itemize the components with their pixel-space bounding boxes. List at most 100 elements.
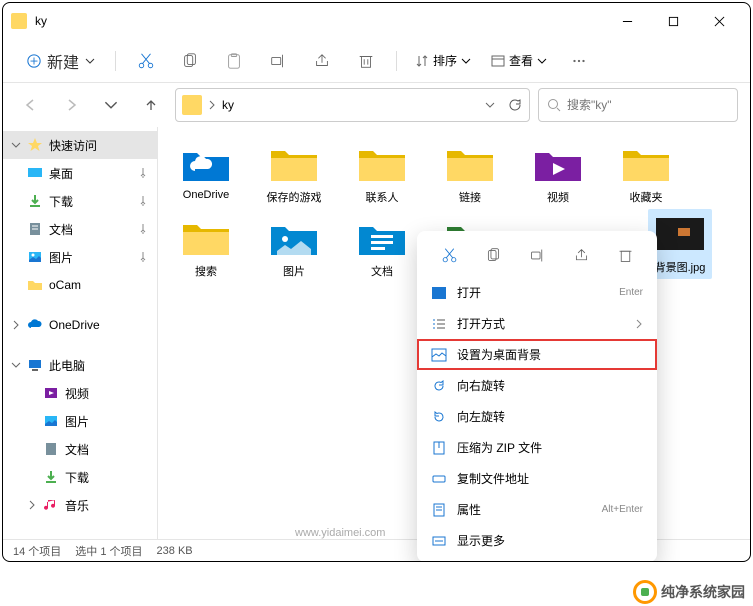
sidebar-downloads[interactable]: 下载: [3, 187, 157, 215]
sort-button[interactable]: 排序: [409, 48, 477, 73]
path-icon: [431, 471, 447, 487]
sidebar-desktop[interactable]: 桌面: [3, 159, 157, 187]
refresh-button[interactable]: [507, 97, 523, 113]
file-saved-games[interactable]: 保存的游戏: [262, 139, 326, 209]
cm-rotate-right[interactable]: 向右旋转: [417, 370, 657, 401]
file-pictures[interactable]: 图片: [262, 213, 326, 283]
watermark: www.yidaimei.com: [295, 527, 385, 539]
rename-button[interactable]: [260, 45, 296, 77]
up-button[interactable]: [135, 89, 167, 121]
picture-icon: [27, 249, 43, 265]
plus-icon: [27, 54, 41, 68]
cm-zip[interactable]: 压缩为 ZIP 文件: [417, 432, 657, 463]
cm-rename[interactable]: [522, 241, 552, 269]
context-menu: 打开 Enter 打开方式 设置为桌面背景 向右旋转 向左旋转 压缩为 ZIP …: [417, 231, 657, 562]
document-icon: [27, 221, 43, 237]
sidebar-pc-pictures[interactable]: 图片: [3, 407, 157, 435]
sidebar-pc-music[interactable]: 音乐: [3, 491, 157, 519]
cm-open-with[interactable]: 打开方式: [417, 308, 657, 339]
delete-button[interactable]: [348, 45, 384, 77]
view-label: 查看: [509, 52, 533, 69]
chevron-down-icon: [537, 56, 547, 66]
picture-icon: [431, 285, 447, 301]
forward-button[interactable]: [55, 89, 87, 121]
quick-access-label: 快速访问: [49, 137, 97, 154]
sidebar-pc-videos[interactable]: 视频: [3, 379, 157, 407]
share-button[interactable]: [304, 45, 340, 77]
pin-icon: [137, 167, 149, 179]
sidebar-this-pc[interactable]: 此电脑: [3, 351, 157, 379]
cm-show-more[interactable]: 显示更多: [417, 525, 657, 556]
back-button[interactable]: [15, 89, 47, 121]
cloud-icon: [27, 317, 43, 333]
music-icon: [43, 497, 59, 513]
chevron-down-icon: [11, 360, 21, 370]
star-icon: [27, 137, 43, 153]
paste-button[interactable]: [216, 45, 252, 77]
cm-set-background[interactable]: 设置为桌面背景: [417, 339, 657, 370]
sidebar-quick-access[interactable]: 快速访问: [3, 131, 157, 159]
cm-rotate-left[interactable]: 向左旋转: [417, 401, 657, 432]
sidebar: 快速访问 桌面 下载 文档 图片: [3, 127, 158, 539]
picture-icon: [43, 413, 59, 429]
sidebar-pc-downloads[interactable]: 下载: [3, 463, 157, 491]
sidebar-ocam[interactable]: oCam: [3, 271, 157, 299]
chevron-right-icon: [11, 320, 21, 330]
file-contacts[interactable]: 联系人: [350, 139, 414, 209]
file-favorites[interactable]: 收藏夹: [614, 139, 678, 209]
cm-open[interactable]: 打开 Enter: [417, 277, 657, 308]
list-icon: [431, 316, 447, 332]
properties-icon: [431, 502, 447, 518]
pin-icon: [137, 223, 149, 235]
cm-cut[interactable]: [434, 241, 464, 269]
sidebar-pictures[interactable]: 图片: [3, 243, 157, 271]
cut-button[interactable]: [128, 45, 164, 77]
file-onedrive[interactable]: OneDrive: [174, 139, 238, 209]
status-items: 14 个项目: [13, 543, 61, 559]
minimize-button[interactable]: [604, 5, 650, 37]
new-button[interactable]: 新建: [19, 43, 103, 79]
search-icon: [547, 98, 561, 112]
window-title: ky: [35, 14, 604, 28]
video-icon: [43, 385, 59, 401]
search-box[interactable]: [538, 88, 738, 122]
cm-copy-path[interactable]: 复制文件地址: [417, 463, 657, 494]
sort-label: 排序: [433, 52, 457, 69]
address-bar[interactable]: ky: [175, 88, 530, 122]
search-input[interactable]: [567, 98, 729, 112]
document-icon: [43, 441, 59, 457]
close-button[interactable]: [696, 5, 742, 37]
cm-properties[interactable]: 属性 Alt+Enter: [417, 494, 657, 525]
chevron-down-icon: [85, 56, 95, 66]
sidebar-pc-documents[interactable]: 文档: [3, 435, 157, 463]
sort-icon: [415, 54, 429, 68]
sidebar-onedrive[interactable]: OneDrive: [3, 311, 157, 339]
recent-dropdown[interactable]: [95, 89, 127, 121]
file-videos[interactable]: 视频: [526, 139, 590, 209]
download-icon: [27, 193, 43, 209]
breadcrumb: ky: [222, 98, 234, 112]
file-links[interactable]: 链接: [438, 139, 502, 209]
copy-button[interactable]: [172, 45, 208, 77]
more-button[interactable]: [561, 45, 597, 77]
file-bg-image[interactable]: 背景图.jpg: [648, 209, 712, 279]
view-button[interactable]: 查看: [485, 48, 553, 73]
cm-copy[interactable]: [478, 241, 508, 269]
chevron-right-icon: [208, 100, 216, 110]
cm-delete[interactable]: [610, 241, 640, 269]
pin-icon: [137, 251, 149, 263]
cm-share[interactable]: [566, 241, 596, 269]
toolbar: 新建 排序 查看: [3, 39, 750, 83]
file-documents[interactable]: 文档: [350, 213, 414, 283]
folder-icon: [11, 13, 27, 29]
status-selected: 选中 1 个项目: [75, 543, 142, 559]
file-searches[interactable]: 搜索: [174, 213, 238, 283]
maximize-button[interactable]: [650, 5, 696, 37]
zip-icon: [431, 440, 447, 456]
chevron-down-icon[interactable]: [485, 100, 495, 110]
folder-icon: [182, 95, 202, 115]
desktop-icon: [27, 165, 43, 181]
pc-icon: [27, 357, 43, 373]
sidebar-documents[interactable]: 文档: [3, 215, 157, 243]
rotate-right-icon: [431, 378, 447, 394]
